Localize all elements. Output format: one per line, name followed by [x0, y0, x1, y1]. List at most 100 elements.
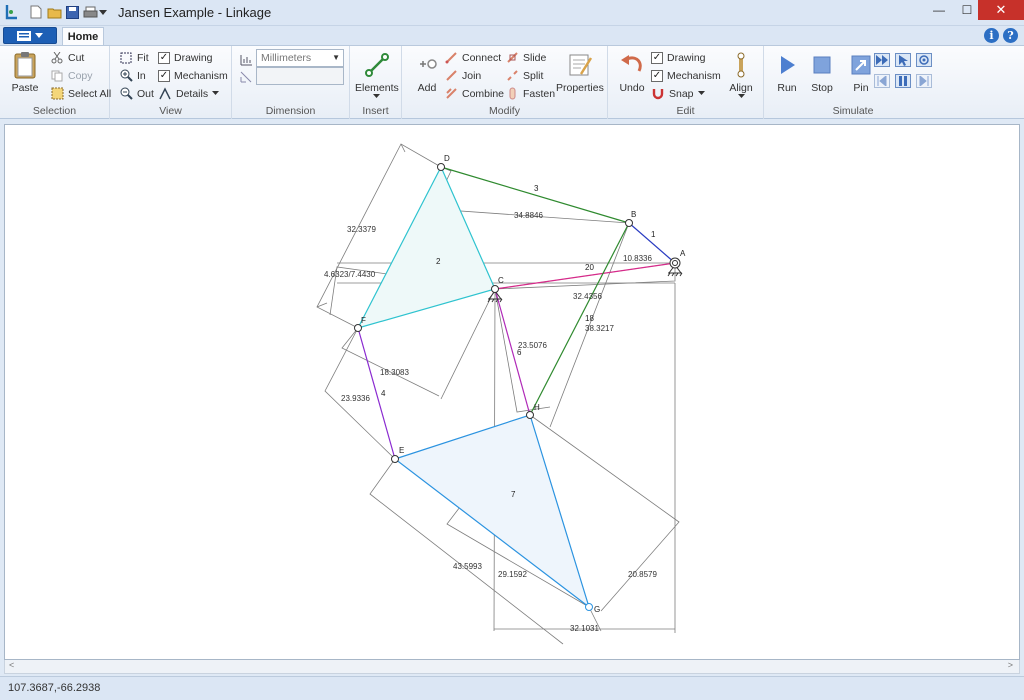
print-icon[interactable] — [82, 4, 98, 20]
pin-icon — [846, 50, 876, 80]
insert-group-label: Insert — [362, 105, 389, 117]
new-file-icon[interactable] — [28, 4, 44, 20]
run-button[interactable]: Run — [772, 50, 802, 94]
align-button[interactable]: Align — [726, 50, 756, 99]
simulate-group-label: Simulate — [832, 105, 874, 117]
mechanism-drawing[interactable]: D B A C F H E G 3 1 2 20 18 6 4 7 34.884… — [5, 125, 1020, 660]
fit-button[interactable]: Fit — [119, 49, 149, 66]
zoom-out-button[interactable]: Out — [119, 85, 154, 102]
checkmark-icon: ✓ — [651, 69, 663, 82]
node-label-g: G — [594, 605, 600, 614]
zoom-out-icon — [119, 87, 133, 101]
link-label-18: 18 — [585, 314, 594, 323]
view-mechanism-label: Mechanism — [174, 69, 228, 82]
join-button[interactable]: Join — [444, 67, 481, 84]
cut-button[interactable]: Cut — [50, 49, 84, 66]
help-icon[interactable]: ? — [1003, 28, 1018, 43]
properties-icon — [565, 50, 595, 80]
combine-label: Combine — [462, 87, 505, 100]
checkmark-icon: ✓ — [158, 69, 170, 82]
units-dropdown[interactable]: Millimeters ▼ — [256, 49, 344, 67]
open-folder-icon[interactable] — [46, 4, 62, 20]
chevron-down-icon — [737, 94, 745, 98]
dimension-value-icon — [239, 70, 253, 84]
selection-group-label: Selection — [32, 105, 77, 117]
align-icon — [726, 50, 756, 80]
copy-button[interactable]: Copy — [50, 67, 93, 84]
connect-label: Connect — [462, 51, 502, 64]
fit-label: Fit — [137, 51, 149, 64]
quick-access-dropdown-icon[interactable] — [98, 4, 108, 20]
add-label: Add — [417, 82, 437, 94]
details-dropdown[interactable]: Details — [158, 85, 220, 102]
chevron-down-icon — [35, 32, 43, 38]
dimension-label: 23.9336 — [341, 394, 370, 403]
pause-icon[interactable] — [895, 74, 911, 88]
details-icon — [158, 87, 172, 101]
undo-button[interactable]: Undo — [617, 50, 647, 94]
node-label-e: E — [399, 446, 404, 455]
minimize-button[interactable]: — — [924, 0, 954, 20]
select-all-button[interactable]: Select All — [50, 85, 111, 102]
close-button[interactable]: ✕ — [978, 0, 1024, 20]
fast-forward-icon[interactable] — [874, 53, 890, 67]
edit-mechanism-checkbox[interactable]: ✓ Mechanism — [651, 67, 721, 84]
scroll-left-icon[interactable]: < — [9, 660, 14, 670]
step-back-icon[interactable] — [874, 74, 890, 88]
pin-button[interactable]: Pin — [846, 50, 876, 94]
link-6[interactable] — [494, 288, 531, 416]
step-forward-icon[interactable] — [916, 74, 932, 88]
combine-icon — [444, 87, 458, 101]
view-drawing-checkbox[interactable]: ✓ Drawing — [158, 49, 213, 66]
connect-icon — [444, 51, 458, 65]
drawing-canvas[interactable]: D B A C F H E G 3 1 2 20 18 6 4 7 34.884… — [4, 124, 1020, 660]
elements-button[interactable]: Elements — [355, 50, 399, 99]
undo-label: Undo — [619, 82, 645, 94]
link-triangle-ehg[interactable] — [393, 414, 591, 609]
tab-home[interactable]: Home — [62, 27, 104, 46]
scroll-right-icon[interactable]: > — [1008, 660, 1013, 670]
split-button[interactable]: Split — [505, 67, 543, 84]
dimension-label: 38.3217 — [585, 324, 614, 333]
info-icon[interactable]: i — [984, 28, 999, 43]
connector-h — [526, 411, 534, 419]
properties-button[interactable]: Properties — [556, 50, 604, 94]
link-label-1: 1 — [651, 230, 656, 239]
horizontal-scrollbar[interactable]: < > — [4, 660, 1020, 674]
stop-button[interactable]: Stop — [807, 50, 837, 94]
link-18[interactable] — [529, 222, 630, 416]
edit-drawing-label: Drawing — [667, 51, 706, 64]
window-title: Jansen Example - Linkage — [118, 5, 272, 20]
slide-icon — [505, 51, 519, 65]
stop-label: Stop — [811, 82, 833, 94]
save-icon[interactable] — [64, 4, 80, 20]
file-menu-button[interactable] — [3, 27, 57, 44]
link-triangle-def[interactable] — [356, 165, 496, 329]
dimension-label: 32.3379 — [347, 225, 376, 234]
paste-button[interactable]: Paste — [10, 50, 40, 94]
node-label-h: H — [534, 403, 540, 412]
dimension-label: 32.4356 — [573, 292, 602, 301]
snap-dropdown[interactable]: Snap — [651, 85, 705, 102]
cursor-icon[interactable] — [895, 53, 911, 67]
combine-button[interactable]: Combine — [444, 85, 504, 102]
fasten-button[interactable]: Fasten — [505, 85, 555, 102]
group-dimension: Millimeters ▼ Dimension — [232, 46, 350, 119]
join-label: Join — [462, 69, 482, 82]
run-label: Run — [777, 82, 797, 94]
app-logo-icon — [4, 4, 20, 20]
dimension-value-field[interactable] — [256, 67, 344, 85]
zoom-in-button[interactable]: In — [119, 67, 146, 84]
cursor-coordinates: 107.3687,-66.2938 — [8, 682, 101, 694]
slide-button[interactable]: Slide — [505, 49, 546, 66]
edit-drawing-checkbox[interactable]: ✓ Drawing — [651, 49, 706, 66]
fasten-icon — [505, 87, 519, 101]
record-icon[interactable] — [916, 53, 932, 67]
view-mechanism-checkbox[interactable]: ✓ Mechanism — [158, 67, 228, 84]
play-icon — [772, 50, 802, 80]
units-value: Millimeters — [261, 52, 312, 64]
dimension-label: 20.8579 — [628, 570, 657, 579]
add-button[interactable]: Add — [412, 50, 442, 94]
connect-button[interactable]: Connect — [444, 49, 501, 66]
node-label-d: D — [444, 154, 450, 163]
